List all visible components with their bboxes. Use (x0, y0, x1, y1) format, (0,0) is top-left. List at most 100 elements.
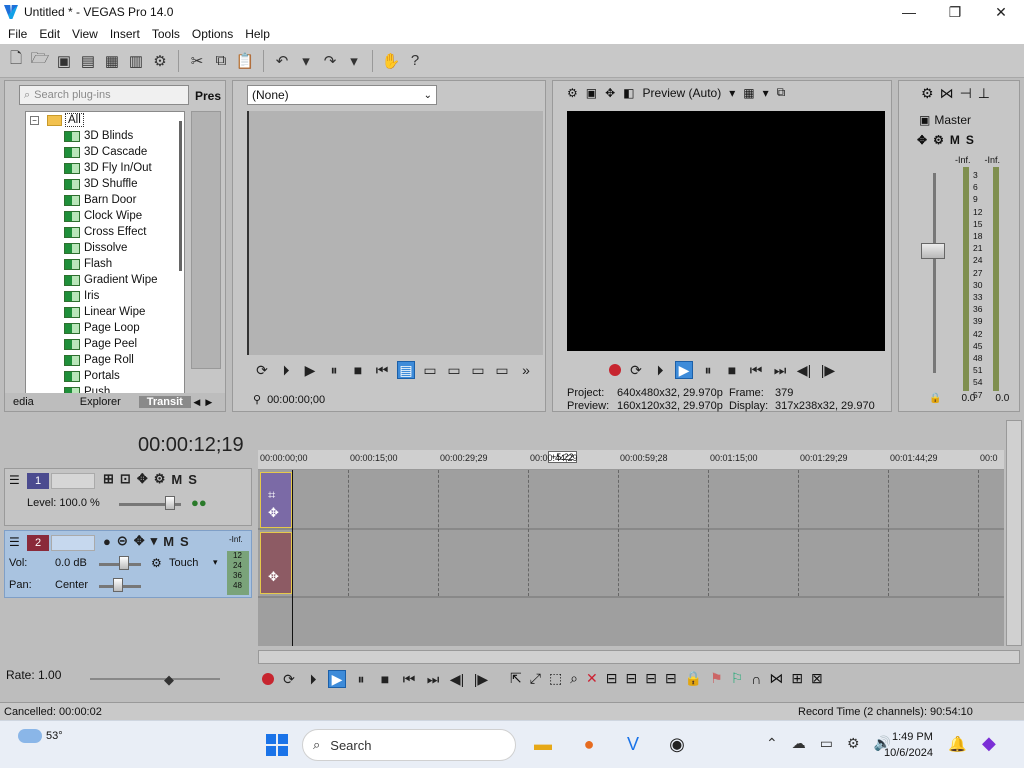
snapping-icon[interactable]: ∩ (751, 671, 761, 687)
automation-mode-icon[interactable]: ⚙ (151, 556, 162, 570)
display-icon[interactable]: ▭ (820, 735, 833, 752)
track-fx-icon[interactable]: ⊡ (120, 471, 131, 487)
transition-item[interactable]: Page Loop (26, 320, 184, 336)
weather-widget[interactable]: 53° (18, 729, 63, 743)
minimize-button[interactable]: — (886, 0, 932, 24)
go-to-end-icon[interactable]: ⏭ (424, 670, 442, 688)
preview-quality-select[interactable]: Preview (Auto) (643, 86, 722, 100)
chevron-down-icon[interactable]: ▾ (151, 533, 158, 549)
transition-item[interactable]: Flash (26, 256, 184, 272)
tree-scrollbar[interactable] (179, 121, 182, 271)
menu-insert[interactable]: Insert (104, 27, 146, 41)
envelope-tool-icon[interactable]: ⤢ (530, 670, 541, 687)
render-as-icon[interactable]: ▦ (102, 51, 122, 71)
delete-icon[interactable]: ✕ (586, 670, 598, 687)
lock-icon[interactable]: 🔒 (685, 670, 702, 687)
tab-scroll-left-icon[interactable]: ◀ (191, 395, 203, 409)
track-fx-icon[interactable]: ⊝ (117, 533, 128, 549)
solo-button[interactable]: S (180, 534, 189, 549)
audio-event[interactable]: ✥ (260, 532, 292, 594)
normal-edit-tool-icon[interactable]: ⇱ (510, 670, 522, 687)
loop-playback-icon[interactable]: ⟳ (280, 670, 298, 688)
event-pan-crop-icon[interactable]: ⌗ (268, 487, 275, 503)
insert-region-icon[interactable]: ⚐ (731, 670, 744, 687)
dim-output-icon[interactable]: ⊣ (960, 85, 972, 102)
transition-item[interactable]: Dissolve (26, 240, 184, 256)
rate-slider-knob[interactable]: ◆ (164, 672, 174, 688)
undo-icon[interactable]: ↶ (272, 51, 292, 71)
add-to-project-icon[interactable]: ▭ (493, 361, 511, 379)
trimmer-display[interactable] (247, 111, 543, 355)
add-to-timeline-start-icon[interactable]: ▭ (421, 361, 439, 379)
play-icon[interactable]: ▶ (675, 361, 693, 379)
loop-playback-icon[interactable]: ⟳ (253, 361, 271, 379)
split-icon[interactable]: ⊟ (665, 670, 677, 687)
firefox-icon[interactable]: ● (576, 731, 602, 757)
record-icon[interactable] (609, 364, 621, 376)
automation-icon[interactable]: ✥ (134, 533, 145, 549)
track-expand-icon[interactable]: ☰ (9, 535, 20, 549)
timeline-vertical-scrollbar[interactable] (1006, 420, 1022, 646)
redo-icon[interactable]: ↷ (320, 51, 340, 71)
video-fx-icon[interactable]: ✥ (605, 86, 615, 100)
timeline-track-area[interactable]: ⌗ ✥ ✥ (258, 470, 1004, 646)
transition-item[interactable]: 3D Cascade (26, 144, 184, 160)
previous-frame-icon[interactable]: ◀| (448, 670, 466, 688)
lock-envelopes-icon[interactable]: ⊠ (811, 670, 823, 687)
go-to-start-icon[interactable]: ⏮ (373, 361, 391, 379)
properties-icon[interactable]: ▥ (126, 51, 146, 71)
transition-item[interactable]: Linear Wipe (26, 304, 184, 320)
go-to-start-icon[interactable]: ⏮ (400, 670, 418, 688)
add-to-timeline-end-icon[interactable]: ▭ (445, 361, 463, 379)
loop-playback-icon[interactable]: ⟳ (627, 361, 645, 379)
taskbar-search[interactable]: ⌕ Search (302, 729, 516, 761)
event-fx-icon[interactable]: ✥ (268, 569, 279, 585)
collapse-icon[interactable]: − (30, 115, 39, 125)
transition-item[interactable]: 3D Fly In/Out (26, 160, 184, 176)
solo-button[interactable]: S (188, 472, 197, 487)
menu-options[interactable]: Options (186, 27, 239, 41)
transition-item[interactable]: 3D Blinds (26, 128, 184, 144)
cut-icon[interactable]: ✂ (187, 51, 207, 71)
next-frame-icon[interactable]: |▶ (819, 361, 837, 379)
master-solo-button[interactable]: S (966, 133, 974, 147)
pause-icon[interactable]: ⏸ (325, 361, 343, 379)
menu-file[interactable]: File (2, 27, 33, 41)
play-from-start-icon[interactable]: ⏵ (304, 670, 322, 688)
search-plugins-input[interactable]: ⌕ Search plug-ins (19, 85, 189, 105)
notification-bell-icon[interactable]: 🔔 (948, 735, 967, 753)
save-icon[interactable]: ▣ (54, 51, 74, 71)
playhead-cursor[interactable] (292, 470, 293, 646)
transition-item[interactable]: Gradient Wipe (26, 272, 184, 288)
new-file-icon[interactable]: 🗋 (6, 50, 26, 71)
save-as-icon[interactable]: ▤ (78, 51, 98, 71)
media-player-icon[interactable]: ◉ (664, 731, 690, 757)
master-mute-button[interactable]: M (950, 133, 960, 147)
mixer-routing-icon[interactable]: ⊥ (978, 85, 990, 102)
pause-icon[interactable]: ⏸ (699, 361, 717, 379)
pan-slider-knob[interactable] (113, 578, 123, 592)
selection-tool-icon[interactable]: ⬚ (549, 670, 562, 687)
presets-list[interactable] (191, 111, 221, 369)
menu-help[interactable]: Help (239, 27, 276, 41)
more-tools-icon[interactable]: » (517, 361, 535, 379)
automation-mode-value[interactable]: Touch (169, 557, 198, 569)
maximize-button[interactable]: ❐ (932, 0, 978, 24)
master-fader-track[interactable] (933, 173, 936, 373)
tab-explorer[interactable]: Explorer (72, 396, 129, 408)
previous-frame-icon[interactable]: ◀| (795, 361, 813, 379)
master-fx-icon[interactable]: ▣ (919, 113, 930, 127)
transition-item[interactable]: Portals (26, 368, 184, 384)
mixer-settings-icon[interactable]: ⚙ (921, 85, 934, 102)
audio-track-header[interactable]: ☰ 2 ● ⊝ ✥ ▾ M S Vol: 0.0 dB ⚙ Touch ▾ Pa… (4, 530, 252, 598)
playback-rate-slider[interactable] (90, 678, 220, 680)
transition-item[interactable]: Iris (26, 288, 184, 304)
arm-record-icon[interactable]: ● (103, 534, 111, 549)
file-explorer-icon[interactable]: ▬ (530, 731, 556, 757)
go-to-start-icon[interactable]: ⏮ (747, 361, 765, 379)
zoom-tool-icon[interactable]: ⌕ (570, 670, 578, 687)
mute-button[interactable]: M (171, 472, 182, 487)
fit-timeline-icon[interactable]: ▭ (469, 361, 487, 379)
taskbar-clock[interactable]: 1:49 PM 10/6/2024 (884, 729, 933, 761)
chevron-down-icon[interactable]: ▾ (763, 86, 769, 100)
